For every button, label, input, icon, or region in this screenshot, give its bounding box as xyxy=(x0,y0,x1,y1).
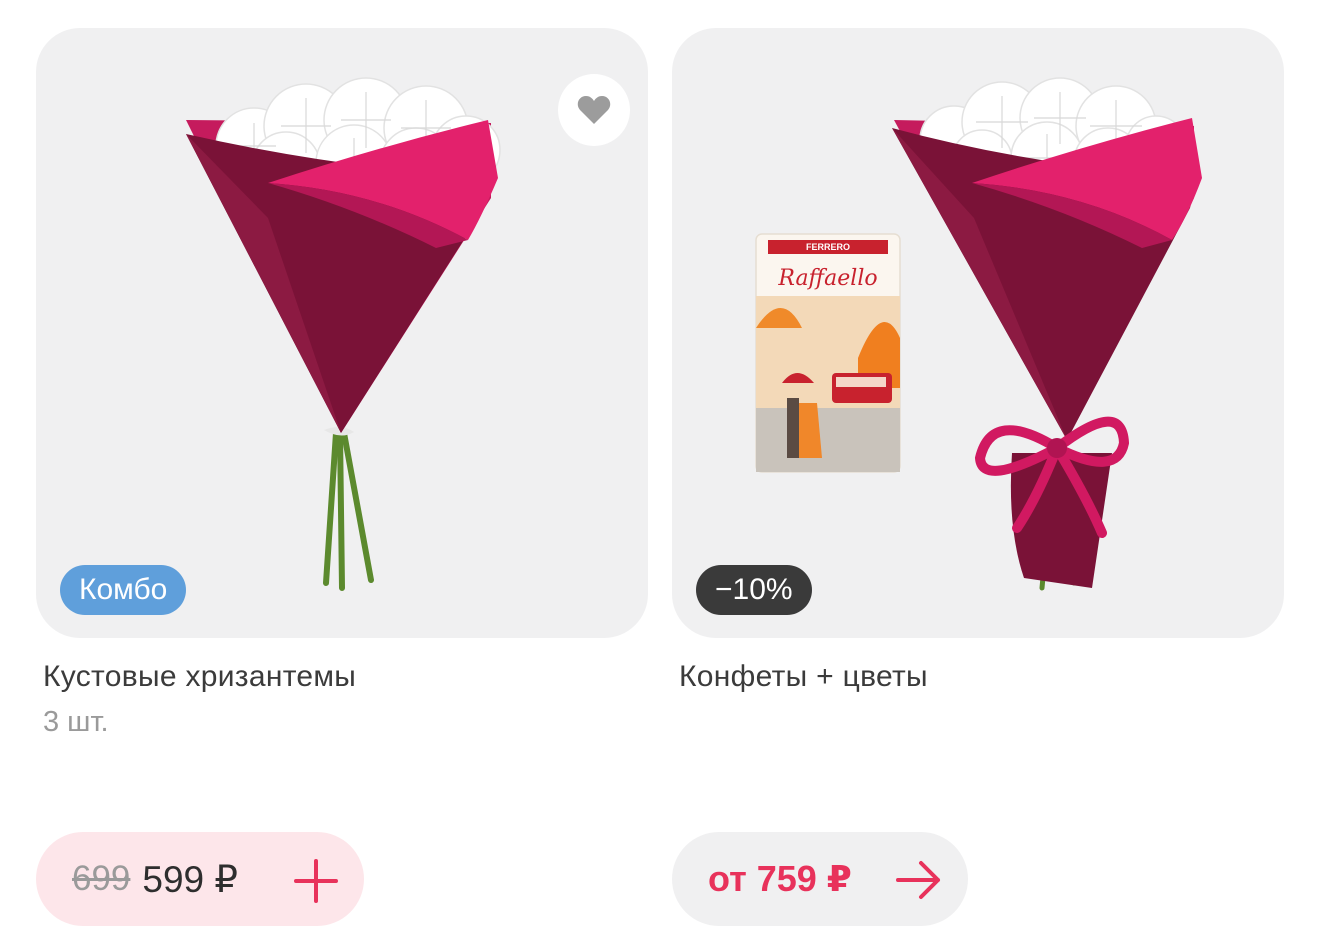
product-card-chrysanthemums[interactable]: Комбо Кустовые хризантемы 3 шт. 699 599 … xyxy=(36,0,648,951)
current-price: 599 ₽ xyxy=(142,858,238,900)
heart-icon xyxy=(577,96,611,124)
product-grid: Комбо Кустовые хризантемы 3 шт. 699 599 … xyxy=(0,0,1320,951)
discount-badge: −10% xyxy=(696,565,812,615)
arrow-right-icon xyxy=(896,861,940,899)
combo-badge: Комбо xyxy=(60,565,187,615)
product-title[interactable]: Кустовые хризантемы xyxy=(43,660,356,694)
product-card-candy-flowers[interactable]: Raffaello FERRERO −10% Конфеты + цветы о… xyxy=(672,0,1284,951)
product-image-candy-flowers[interactable]: Raffaello FERRERO −10% xyxy=(672,28,1284,638)
plus-icon xyxy=(294,859,338,903)
open-product-button[interactable]: от 759 ₽ xyxy=(672,832,968,926)
favorite-button[interactable] xyxy=(558,74,630,146)
price-from: от 759 ₽ xyxy=(708,858,852,899)
product-quantity: 3 шт. xyxy=(43,706,109,738)
product-image-chrysanthemums[interactable]: Комбо xyxy=(36,28,648,638)
product-title[interactable]: Конфеты + цветы xyxy=(679,660,928,694)
old-price: 699 xyxy=(72,859,131,898)
bouquet-illustration xyxy=(186,77,501,591)
combo-illustration xyxy=(755,77,1202,591)
candy-brand: Raffaello xyxy=(778,266,878,291)
candy-maker: FERRERO xyxy=(805,242,850,252)
add-to-cart-button[interactable]: 699 599 ₽ xyxy=(36,832,364,926)
